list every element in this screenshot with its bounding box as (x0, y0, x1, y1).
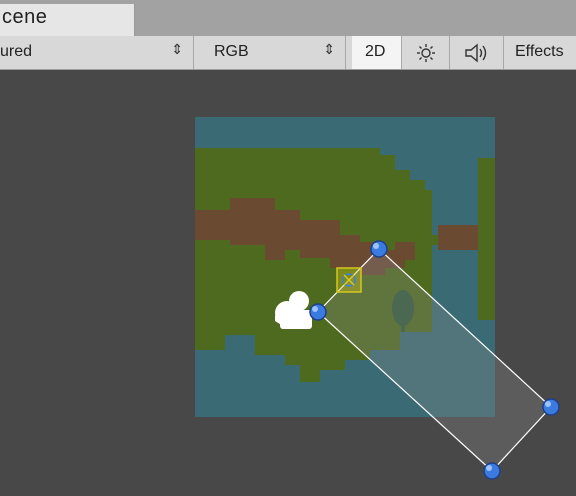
tab-scene-label: cene (2, 6, 48, 28)
color-mode-dropdown[interactable]: RGB ⇕ (194, 36, 346, 69)
handle-right[interactable] (542, 398, 560, 416)
draw-mode-label: ured (0, 43, 33, 60)
pivot-icon[interactable] (336, 267, 362, 293)
handle-top[interactable] (370, 240, 388, 258)
dropdown-arrows-icon: ⇕ (171, 41, 183, 57)
mode-2d-button[interactable]: 2D (352, 36, 402, 69)
handle-left[interactable] (309, 303, 327, 321)
speaker-icon (465, 43, 487, 63)
handle-bottom[interactable] (483, 462, 501, 480)
draw-mode-dropdown[interactable]: ured ⇕ (0, 36, 194, 69)
color-mode-label: RGB (214, 43, 249, 60)
effects-dropdown[interactable]: Effects (504, 36, 576, 69)
tab-bar: cene (0, 0, 576, 36)
effects-label: Effects (515, 43, 564, 60)
audio-toggle[interactable] (450, 36, 504, 69)
lighting-toggle[interactable] (402, 36, 450, 69)
dirt-bridge (438, 225, 478, 250)
sun-icon (417, 44, 435, 62)
scene-toolbar: ured ⇕ RGB ⇕ 2D Effects (0, 36, 576, 70)
dropdown-arrows-icon: ⇕ (323, 41, 335, 57)
mode-2d-label: 2D (365, 43, 386, 60)
scene-canvas[interactable] (0, 70, 576, 496)
tab-scene[interactable]: cene (0, 4, 135, 36)
scene-viewport[interactable] (0, 70, 576, 496)
